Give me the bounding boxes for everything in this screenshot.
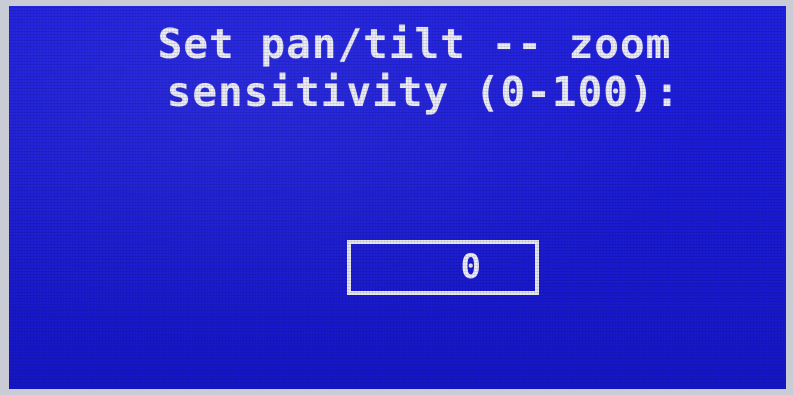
sensitivity-value-field[interactable]: 0 xyxy=(347,240,539,295)
device-bezel: Set pan/tilt -- zoom sensitivity (0-100)… xyxy=(0,0,793,395)
prompt-line-2: sensitivity (0-100): xyxy=(166,68,681,116)
prompt-text: Set pan/tilt -- zoom sensitivity (0-100)… xyxy=(9,20,786,116)
lcd-screen: Set pan/tilt -- zoom sensitivity (0-100)… xyxy=(9,6,786,389)
prompt-line-1: Set pan/tilt -- zoom xyxy=(157,20,672,68)
